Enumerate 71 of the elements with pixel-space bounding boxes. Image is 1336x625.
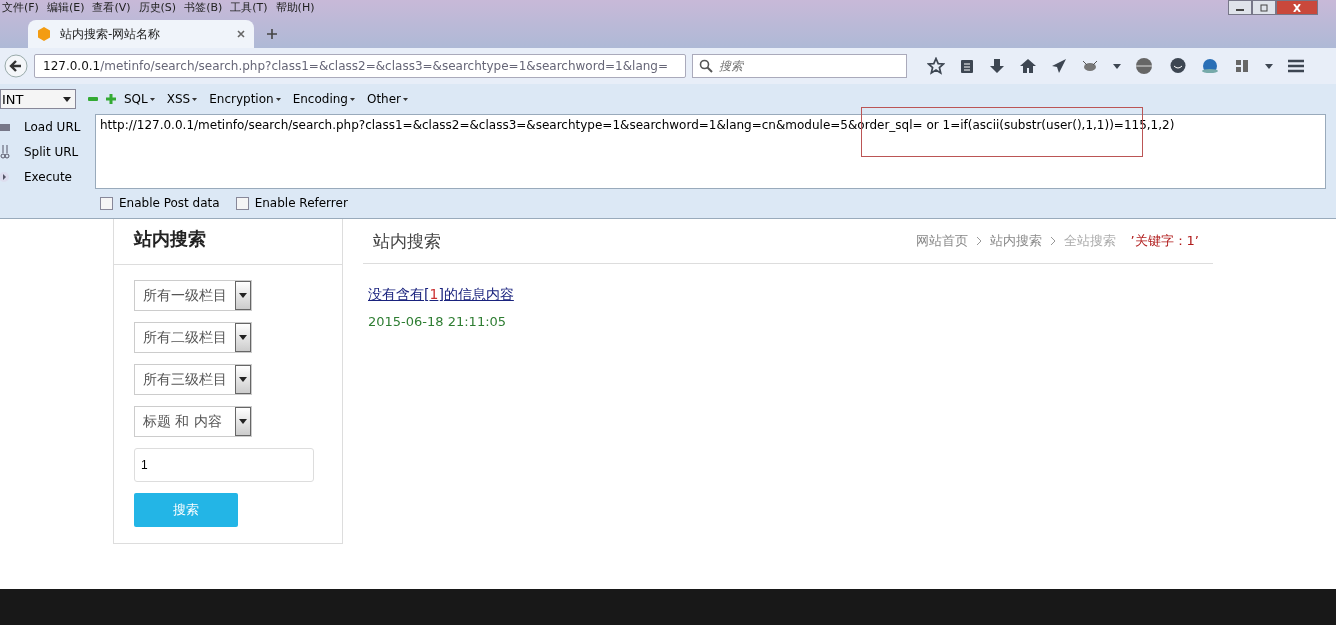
dropdown-caret-icon[interactable] [1113,63,1121,69]
caret-icon [239,293,247,298]
star-icon[interactable] [927,57,945,75]
caret-icon [149,97,155,101]
caret-icon [63,96,71,102]
chevron-icon [976,236,983,246]
extension-icon[interactable] [1233,57,1251,75]
category-select[interactable]: 所有三级栏目 [134,364,252,395]
breadcrumb-link[interactable]: 网站首页 [916,232,969,250]
chevron-icon [1050,236,1057,246]
close-tab-icon[interactable] [236,29,246,39]
menu-item[interactable]: 帮助(H) [275,0,321,15]
caret-icon [275,97,281,101]
page-title: 站内搜索 [373,229,441,253]
search-field[interactable]: 搜索 [692,54,907,78]
result-date: 2015-06-18 21:11:05 [368,314,508,329]
home-icon[interactable] [1019,58,1037,74]
caret-icon [349,97,355,101]
menu-item[interactable]: 查看(V) [92,0,137,15]
category-select[interactable]: 标题 和 内容 [134,406,252,437]
address-bar[interactable]: 127.0.0.1/metinfo/search/search.php?class1=&class2=&class3=&searchtype=1&searchword=1&lang= [34,54,686,78]
hackbar-menu[interactable]: Encryption [209,92,281,106]
menu-item[interactable]: 工具(T) [230,0,274,15]
clipboard-icon[interactable] [959,58,975,74]
restore-button[interactable] [1252,0,1276,15]
hackbar-menu[interactable]: Encoding [292,92,355,106]
hackbar-menu[interactable]: Other [366,92,409,106]
hackbar-action-button[interactable]: Execute [24,169,72,184]
hackbar-action-button[interactable]: Load URL [24,119,81,134]
globe-icon[interactable] [1135,57,1155,75]
paper-plane-icon[interactable] [1051,58,1067,74]
download-icon[interactable] [989,58,1005,74]
restore-icon [1259,3,1269,12]
caret-icon [239,335,247,340]
result-link[interactable]: 没有含有[1]的信息内容 [368,286,514,304]
menu-item[interactable]: 书签(B) [184,0,229,15]
checkbox-label: Enable Referrer [254,196,348,210]
caret-icon [403,97,409,101]
caret-icon [239,419,247,424]
menu-item[interactable]: 历史(S) [138,0,183,15]
category-select[interactable]: 所有一级栏目 [134,280,252,311]
close-button[interactable] [1276,0,1318,15]
scissors-icon [0,144,10,159]
minimize-button[interactable] [1228,0,1252,15]
dropdown-caret-icon[interactable] [1265,63,1273,69]
mode-select[interactable]: INT [0,89,76,109]
checkbox-label: Enable Post data [119,196,220,210]
sidebar-title: 站内搜索 [114,219,342,265]
breadcrumb-link[interactable]: 站内搜索 [990,232,1043,250]
chat-smiley-icon[interactable] [1169,57,1187,75]
new-tab-icon[interactable] [266,28,278,40]
caret-icon [239,377,247,382]
checkbox[interactable] [235,196,249,210]
menu-item[interactable]: 编辑(E) [46,0,91,15]
caret-icon [192,97,198,101]
keyword-label: ’关键字：1’ [1130,232,1199,250]
globe-icon[interactable] [1201,57,1219,75]
close-icon [1292,3,1302,12]
category-select[interactable]: 所有二级栏目 [134,322,252,353]
bug-icon[interactable] [1081,59,1099,73]
menu-item[interactable]: 文件(F) [2,0,45,15]
hackbar-menu[interactable]: XSS [166,92,198,106]
search-icon [699,59,713,73]
site-logo-icon [36,26,52,42]
hackbar-action-button[interactable]: Split URL [24,144,79,159]
checkbox[interactable] [100,196,113,210]
keyword-input[interactable]: 1 [134,448,314,482]
hackbar-menu[interactable]: SQL [124,92,155,106]
back-button[interactable] [4,54,28,78]
menu-icon[interactable] [1287,58,1305,74]
browser-tab[interactable]: 站内搜索-网站名称 [28,20,254,48]
